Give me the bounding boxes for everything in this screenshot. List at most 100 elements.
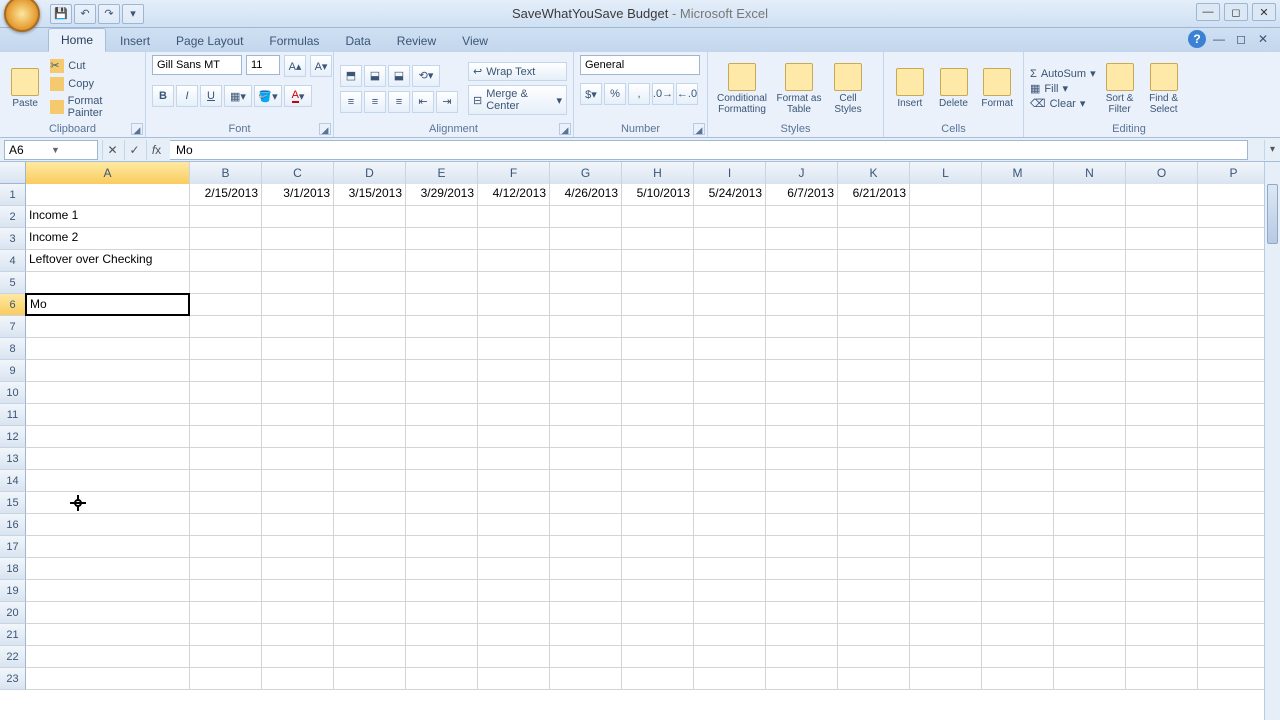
format-painter-button[interactable]: Format Painter bbox=[48, 94, 139, 120]
cell-F10[interactable] bbox=[478, 382, 550, 404]
cell-K17[interactable] bbox=[838, 536, 910, 558]
cell-H23[interactable] bbox=[622, 668, 694, 690]
cell-C14[interactable] bbox=[262, 470, 334, 492]
cell-M16[interactable] bbox=[982, 514, 1054, 536]
cell-K2[interactable] bbox=[838, 206, 910, 228]
col-header-L[interactable]: L bbox=[910, 162, 982, 185]
cell-M12[interactable] bbox=[982, 426, 1054, 448]
font-color-button[interactable]: A▾ bbox=[284, 85, 312, 107]
cell-F17[interactable] bbox=[478, 536, 550, 558]
cell-J8[interactable] bbox=[766, 338, 838, 360]
cell-H11[interactable] bbox=[622, 404, 694, 426]
cell-K3[interactable] bbox=[838, 228, 910, 250]
cell-A23[interactable] bbox=[26, 668, 190, 690]
cell-A22[interactable] bbox=[26, 646, 190, 668]
cell-P16[interactable] bbox=[1198, 514, 1270, 536]
maximize-button[interactable]: ◻ bbox=[1224, 3, 1248, 21]
cell-G19[interactable] bbox=[550, 580, 622, 602]
cell-I20[interactable] bbox=[694, 602, 766, 624]
cell-I18[interactable] bbox=[694, 558, 766, 580]
row-header-3[interactable]: 3 bbox=[0, 228, 26, 250]
cell-A18[interactable] bbox=[26, 558, 190, 580]
cell-M6[interactable] bbox=[982, 294, 1054, 316]
cell-P4[interactable] bbox=[1198, 250, 1270, 272]
cell-C18[interactable] bbox=[262, 558, 334, 580]
cell-E16[interactable] bbox=[406, 514, 478, 536]
cell-N22[interactable] bbox=[1054, 646, 1126, 668]
insert-cells-button[interactable]: Insert bbox=[890, 58, 930, 120]
bold-button[interactable]: B bbox=[152, 85, 174, 107]
cell-C2[interactable] bbox=[262, 206, 334, 228]
comma-button[interactable]: , bbox=[628, 83, 650, 105]
row-header-18[interactable]: 18 bbox=[0, 558, 26, 580]
col-header-J[interactable]: J bbox=[766, 162, 838, 185]
row-header-17[interactable]: 17 bbox=[0, 536, 26, 558]
cell-L13[interactable] bbox=[910, 448, 982, 470]
row-header-21[interactable]: 21 bbox=[0, 624, 26, 646]
cell-H8[interactable] bbox=[622, 338, 694, 360]
cell-I22[interactable] bbox=[694, 646, 766, 668]
cell-F16[interactable] bbox=[478, 514, 550, 536]
row-header-15[interactable]: 15 bbox=[0, 492, 26, 514]
cell-M7[interactable] bbox=[982, 316, 1054, 338]
cell-M3[interactable] bbox=[982, 228, 1054, 250]
cell-P20[interactable] bbox=[1198, 602, 1270, 624]
cell-N20[interactable] bbox=[1054, 602, 1126, 624]
cell-I17[interactable] bbox=[694, 536, 766, 558]
cell-A9[interactable] bbox=[26, 360, 190, 382]
cell-A15[interactable] bbox=[26, 492, 190, 514]
cell-C3[interactable] bbox=[262, 228, 334, 250]
cell-G10[interactable] bbox=[550, 382, 622, 404]
cell-G22[interactable] bbox=[550, 646, 622, 668]
cell-A1[interactable] bbox=[26, 184, 190, 206]
cell-I6[interactable] bbox=[694, 294, 766, 316]
cell-I10[interactable] bbox=[694, 382, 766, 404]
cell-B10[interactable] bbox=[190, 382, 262, 404]
cell-L21[interactable] bbox=[910, 624, 982, 646]
cell-C20[interactable] bbox=[262, 602, 334, 624]
cell-P14[interactable] bbox=[1198, 470, 1270, 492]
cell-P7[interactable] bbox=[1198, 316, 1270, 338]
cell-J11[interactable] bbox=[766, 404, 838, 426]
tab-formulas[interactable]: Formulas bbox=[257, 30, 331, 52]
row-header-7[interactable]: 7 bbox=[0, 316, 26, 338]
cell-M23[interactable] bbox=[982, 668, 1054, 690]
cell-O18[interactable] bbox=[1126, 558, 1198, 580]
orientation-button[interactable]: ⟲▾ bbox=[412, 65, 440, 87]
cell-C1[interactable]: 3/1/2013 bbox=[262, 184, 334, 206]
cell-I1[interactable]: 5/24/2013 bbox=[694, 184, 766, 206]
cell-K1[interactable]: 6/21/2013 bbox=[838, 184, 910, 206]
cell-B2[interactable] bbox=[190, 206, 262, 228]
underline-button[interactable]: U bbox=[200, 85, 222, 107]
conditional-formatting-button[interactable]: Conditional Formatting bbox=[714, 58, 770, 120]
cell-H16[interactable] bbox=[622, 514, 694, 536]
cell-I14[interactable] bbox=[694, 470, 766, 492]
cell-G2[interactable] bbox=[550, 206, 622, 228]
fill-button[interactable]: ▦Fill ▾ bbox=[1030, 82, 1096, 95]
cell-D7[interactable] bbox=[334, 316, 406, 338]
cell-K9[interactable] bbox=[838, 360, 910, 382]
cell-I13[interactable] bbox=[694, 448, 766, 470]
cell-E21[interactable] bbox=[406, 624, 478, 646]
cell-J19[interactable] bbox=[766, 580, 838, 602]
cell-F8[interactable] bbox=[478, 338, 550, 360]
cell-E13[interactable] bbox=[406, 448, 478, 470]
cell-J23[interactable] bbox=[766, 668, 838, 690]
delete-cells-button[interactable]: Delete bbox=[934, 58, 974, 120]
cell-I8[interactable] bbox=[694, 338, 766, 360]
close-button[interactable]: ✕ bbox=[1252, 3, 1276, 21]
cell-I23[interactable] bbox=[694, 668, 766, 690]
cell-D13[interactable] bbox=[334, 448, 406, 470]
row-header-16[interactable]: 16 bbox=[0, 514, 26, 536]
cell-H18[interactable] bbox=[622, 558, 694, 580]
cell-P13[interactable] bbox=[1198, 448, 1270, 470]
cell-L10[interactable] bbox=[910, 382, 982, 404]
cell-J18[interactable] bbox=[766, 558, 838, 580]
cell-L12[interactable] bbox=[910, 426, 982, 448]
cell-B12[interactable] bbox=[190, 426, 262, 448]
cell-K22[interactable] bbox=[838, 646, 910, 668]
cell-J6[interactable] bbox=[766, 294, 838, 316]
cell-L17[interactable] bbox=[910, 536, 982, 558]
cell-P12[interactable] bbox=[1198, 426, 1270, 448]
enter-edit-button[interactable]: ✓ bbox=[124, 140, 144, 160]
